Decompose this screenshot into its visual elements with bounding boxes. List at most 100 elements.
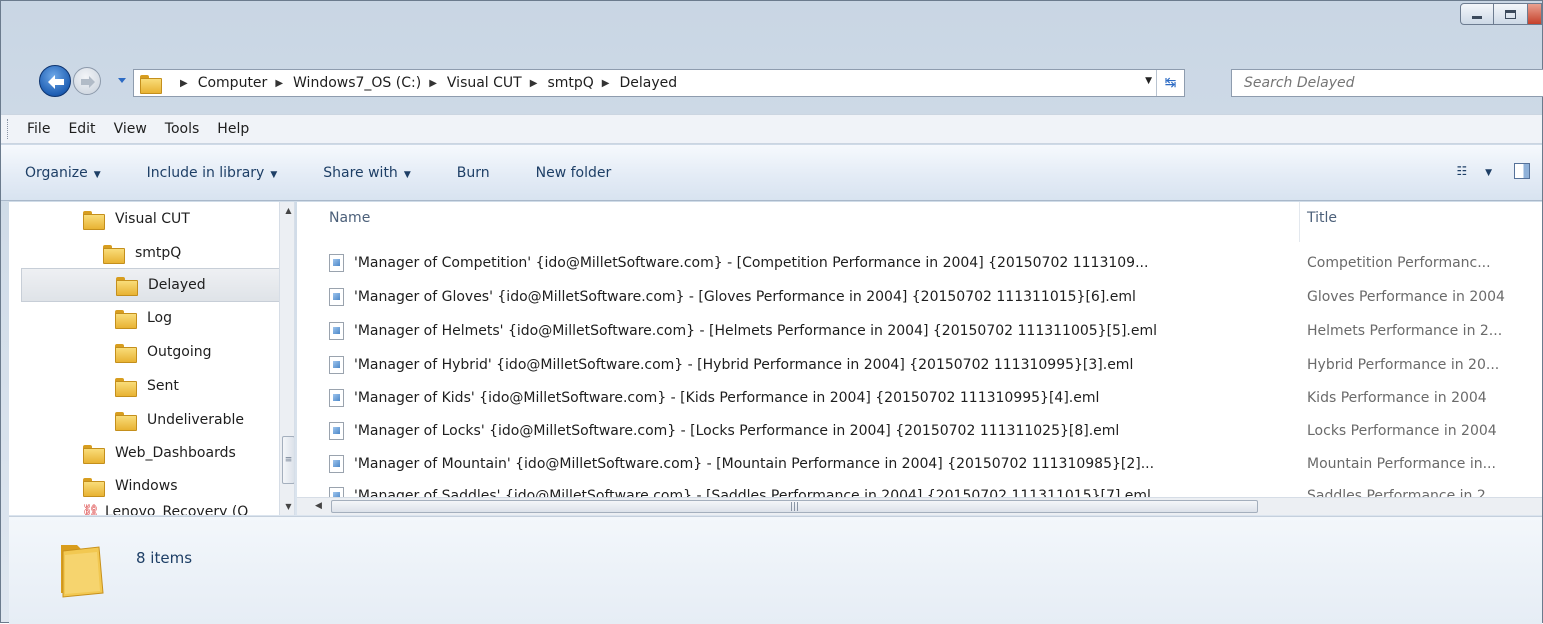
menu-bar: File Edit View Tools Help xyxy=(1,114,1542,144)
tree-item-label: Undeliverable xyxy=(147,412,245,428)
menu-edit[interactable]: Edit xyxy=(59,118,104,140)
tree-item-label: Sent xyxy=(147,378,179,394)
close-button[interactable] xyxy=(1528,3,1542,25)
share-with-button[interactable]: Share with ▼ xyxy=(323,165,410,181)
tree-item-label: Windows xyxy=(115,478,178,494)
include-in-library-button[interactable]: Include in library ▼ xyxy=(147,165,278,181)
eml-file-icon xyxy=(329,356,344,374)
file-name: 'Manager of Hybrid' {ido@MilletSoftware.… xyxy=(354,357,1134,373)
file-title: Mountain Performance in... xyxy=(1307,456,1496,472)
details-pane: 8 items xyxy=(9,516,1542,624)
column-header-name[interactable]: Name xyxy=(329,206,370,230)
maximize-icon xyxy=(1505,9,1516,19)
view-controls: ☷ ▼ xyxy=(1456,163,1542,179)
menu-help[interactable]: Help xyxy=(208,118,258,140)
file-row[interactable]: 'Manager of Competition' {ido@MilletSoft… xyxy=(329,247,1491,279)
maximize-button[interactable] xyxy=(1494,3,1528,25)
preview-pane-icon[interactable] xyxy=(1514,163,1530,179)
scroll-thumb[interactable]: ||| xyxy=(331,500,1258,513)
search-box[interactable] xyxy=(1231,69,1543,97)
folder-icon xyxy=(83,477,105,497)
tree-item-visual-cut[interactable]: Visual CUT xyxy=(83,202,190,236)
include-in-library-label: Include in library xyxy=(146,164,265,181)
breadcrumb-drive[interactable]: Windows7_OS (C:) xyxy=(293,75,421,91)
breadcrumb-separator-icon[interactable]: ▶ xyxy=(429,78,437,89)
forward-button[interactable] xyxy=(73,67,101,95)
recent-pages-dropdown[interactable] xyxy=(117,77,127,85)
horizontal-scrollbar[interactable]: ◀ ||| xyxy=(297,497,1542,515)
eml-file-icon xyxy=(329,322,344,340)
folder-icon xyxy=(115,377,137,397)
tree-item-outgoing[interactable]: Outgoing xyxy=(115,335,211,369)
file-name: 'Manager of Competition' {ido@MilletSoft… xyxy=(354,255,1149,271)
scroll-up-icon[interactable]: ▲ xyxy=(280,202,294,219)
new-folder-button[interactable]: New folder xyxy=(536,165,612,181)
breadcrumb-computer[interactable]: Computer xyxy=(198,75,268,91)
tree-item-undeliverable[interactable]: Undeliverable xyxy=(115,403,244,437)
tree-item-smtpq[interactable]: smtpQ xyxy=(103,236,181,270)
address-bar[interactable]: ▶ Computer ▶ Windows7_OS (C:) ▶ Visual C… xyxy=(133,69,1185,97)
eml-file-icon xyxy=(329,254,344,272)
share-with-label: Share with xyxy=(323,164,398,181)
folder-icon xyxy=(115,309,137,329)
navigation-scrollbar[interactable]: ▲ ≡ ▼ xyxy=(279,202,294,515)
breadcrumb-smtpq[interactable]: smtpQ xyxy=(547,75,593,91)
title-bar xyxy=(1,1,1542,59)
scroll-down-icon[interactable]: ▼ xyxy=(280,498,294,515)
file-title: Hybrid Performance in 20... xyxy=(1307,357,1500,373)
organize-button[interactable]: Organize ▼ xyxy=(25,165,101,181)
tree-item-sent[interactable]: Sent xyxy=(115,369,179,403)
address-dropdown-icon[interactable]: ▼ xyxy=(1145,76,1152,86)
minimize-button[interactable] xyxy=(1460,3,1494,25)
scroll-left-icon[interactable]: ◀ xyxy=(315,501,322,511)
tree-item-label: Delayed xyxy=(148,277,206,293)
menu-view[interactable]: View xyxy=(105,118,156,140)
window-controls xyxy=(1460,3,1542,25)
eml-file-icon xyxy=(329,389,344,407)
tree-item-web-dashboards[interactable]: Web_Dashboards xyxy=(83,436,236,470)
organize-label: Organize xyxy=(25,164,88,181)
file-row[interactable]: 'Manager of Mountain' {ido@MilletSoftwar… xyxy=(329,448,1496,480)
breadcrumb-visual-cut[interactable]: Visual CUT xyxy=(447,75,522,91)
back-button[interactable] xyxy=(39,65,71,97)
folder-icon xyxy=(115,411,137,431)
folder-icon xyxy=(140,74,162,94)
file-row[interactable]: 'Manager of Hybrid' {ido@MilletSoftware.… xyxy=(329,349,1499,381)
file-title: Locks Performance in 2004 xyxy=(1307,423,1497,439)
breadcrumb-separator-icon[interactable]: ▶ xyxy=(602,78,610,89)
file-row[interactable]: 'Manager of Kids' {ido@MilletSoftware.co… xyxy=(329,382,1487,414)
tree-item-delayed[interactable]: Delayed xyxy=(21,268,283,302)
breadcrumb-delayed[interactable]: Delayed xyxy=(619,75,677,91)
tree-item-label: Visual CUT xyxy=(115,211,190,227)
refresh-button[interactable]: ↹ xyxy=(1156,70,1184,96)
tree-item-label: Outgoing xyxy=(147,344,212,360)
menu-file[interactable]: File xyxy=(18,118,59,140)
column-divider[interactable] xyxy=(1299,202,1300,242)
file-name: 'Manager of Helmets' {ido@MilletSoftware… xyxy=(354,323,1158,339)
breadcrumb-separator-icon[interactable]: ▶ xyxy=(180,78,188,89)
file-row[interactable]: 'Manager of Locks' {ido@MilletSoftware.c… xyxy=(329,415,1497,447)
search-input[interactable] xyxy=(1244,75,1543,91)
scroll-thumb[interactable]: ≡ xyxy=(282,436,294,484)
views-button[interactable]: ☷ ▼ xyxy=(1456,164,1492,178)
file-title: Kids Performance in 2004 xyxy=(1307,390,1487,406)
tree-item-label: smtpQ xyxy=(135,245,182,261)
burn-button[interactable]: Burn xyxy=(457,165,490,181)
folder-icon xyxy=(116,276,138,296)
folder-icon xyxy=(83,444,105,464)
file-title: Competition Performanc... xyxy=(1307,255,1491,271)
menu-tools[interactable]: Tools xyxy=(156,118,209,140)
tree-item-log[interactable]: Log xyxy=(115,301,172,335)
recovery-drive-icon: ⛓ xyxy=(81,503,101,515)
tree-item-lenovo-recovery[interactable]: ⛓ Lenovo_Recovery (Q xyxy=(81,495,248,515)
eml-file-icon xyxy=(329,422,344,440)
breadcrumb-separator-icon[interactable]: ▶ xyxy=(275,78,283,89)
file-row[interactable]: 'Manager of Helmets' {ido@MilletSoftware… xyxy=(329,315,1502,347)
command-bar: Organize ▼ Include in library ▼ Share with… xyxy=(1,145,1542,201)
navigation-pane: Visual CUT smtpQ Delayed Log Outgoing Se… xyxy=(9,202,295,515)
folder-icon xyxy=(103,244,125,264)
breadcrumb-separator-icon[interactable]: ▶ xyxy=(530,78,538,89)
forward-arrow-icon xyxy=(81,76,95,88)
column-header-title[interactable]: Title xyxy=(1307,206,1337,230)
file-row[interactable]: 'Manager of Gloves' {ido@MilletSoftware.… xyxy=(329,281,1505,313)
